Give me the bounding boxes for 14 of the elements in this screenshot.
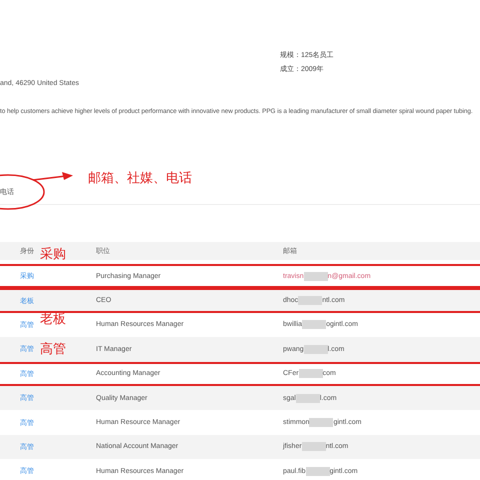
- blur-mask: [302, 320, 326, 330]
- blur-mask: [298, 369, 323, 378]
- blur-mask: [298, 296, 322, 306]
- annotation-arrow: [32, 171, 74, 183]
- blur-mask: [302, 442, 326, 452]
- annotation-label: 老板: [40, 310, 66, 328]
- blur-mask: [304, 272, 328, 281]
- blur-mask: [309, 418, 334, 428]
- blur-mask: [296, 394, 320, 403]
- blur-mask: [306, 466, 330, 476]
- annotation-text: 邮箱、社媒、电话: [88, 169, 192, 187]
- annotation-label: 采购: [40, 245, 66, 263]
- blur-mask: [304, 344, 328, 354]
- annotation-label: 高管: [40, 340, 66, 358]
